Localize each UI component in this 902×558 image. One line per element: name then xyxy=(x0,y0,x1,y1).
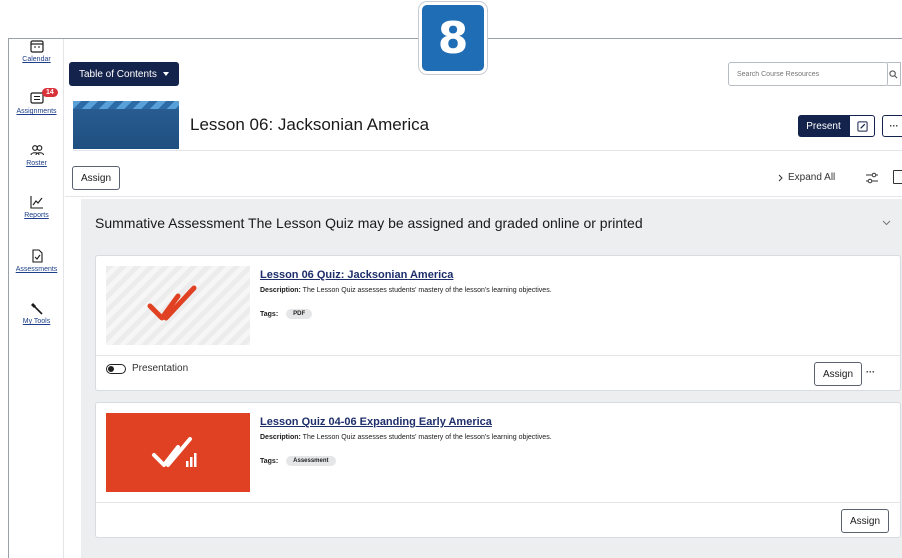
sidebar-item-label: Calendar xyxy=(22,56,51,63)
resource-toolbar: Assign Expand All xyxy=(65,151,902,197)
presentation-toggle[interactable]: Presentation xyxy=(106,363,188,374)
summative-assessment-section: Summative Assessment The Lesson Quiz may… xyxy=(81,199,902,558)
resource-description: Description: The Lesson Quiz assesses st… xyxy=(260,287,552,294)
calendar-icon xyxy=(29,40,44,53)
assignments-count-badge: 14 xyxy=(42,88,58,97)
document-icon[interactable] xyxy=(893,170,902,184)
sidebar-item-assignments[interactable]: 14 Assignments xyxy=(9,88,64,115)
tags-label: Tags: xyxy=(260,310,279,318)
tag-pill: PDF xyxy=(286,309,313,319)
resource-title-link[interactable]: Lesson 06 Quiz: Jacksonian America xyxy=(260,269,453,281)
search-button[interactable] xyxy=(887,62,901,86)
sidebar-item-calendar[interactable]: Calendar xyxy=(9,39,64,63)
search-icon xyxy=(889,69,898,78)
sidebar-item-roster[interactable]: Roster xyxy=(9,143,64,167)
sidebar-item-reports[interactable]: Reports xyxy=(9,195,64,219)
sidebar-item-label: My Tools xyxy=(22,318,51,325)
resource-description: Description: The Lesson Quiz assesses st… xyxy=(260,434,552,441)
expand-all-button[interactable]: Expand All xyxy=(778,172,835,183)
tools-icon xyxy=(30,303,43,315)
reports-icon xyxy=(29,196,43,209)
more-options-button[interactable]: ··· xyxy=(866,367,875,377)
expand-all-label: Expand All xyxy=(788,172,836,183)
assessments-icon xyxy=(31,249,43,263)
assign-button[interactable]: Assign xyxy=(841,509,890,533)
description-text: The Lesson Quiz assesses students' maste… xyxy=(302,287,552,294)
description-text: The Lesson Quiz assesses students' maste… xyxy=(302,434,552,441)
chevron-down-icon[interactable] xyxy=(877,214,895,232)
lesson-thumbnail xyxy=(73,101,179,149)
filter-icon[interactable] xyxy=(865,172,879,184)
sidebar-item-label: Assessments xyxy=(15,266,58,273)
section-title: Summative Assessment The Lesson Quiz may… xyxy=(95,215,643,231)
present-button[interactable]: Present xyxy=(798,115,849,137)
resource-card: Lesson 06 Quiz: Jacksonian America Descr… xyxy=(95,255,901,391)
quiz-thumbnail xyxy=(106,413,250,492)
description-label: Description: xyxy=(260,434,301,441)
lesson-title: Lesson 06: Jacksonian America xyxy=(190,115,430,134)
sidebar-item-my-tools[interactable]: My Tools xyxy=(9,301,64,325)
toc-label: Table of Contents xyxy=(79,68,157,80)
checkmark-icon xyxy=(147,285,197,321)
lesson-header: Lesson 06: Jacksonian America Present ··… xyxy=(73,101,902,151)
sidebar-item-label: Reports xyxy=(24,212,49,219)
search-box xyxy=(728,62,901,86)
sidebar-item-label: Roster xyxy=(26,160,47,167)
tags-label: Tags: xyxy=(260,457,279,465)
resource-card: Lesson Quiz 04-06 Expanding Early Americ… xyxy=(95,402,901,538)
table-of-contents-button[interactable]: Table of Contents xyxy=(69,62,179,86)
main-content: Table of Contents Lesson 06: Jacksonian … xyxy=(65,39,902,558)
search-input[interactable] xyxy=(729,70,879,78)
resource-tags: Tags: PDF xyxy=(260,309,313,319)
edit-icon xyxy=(856,120,868,132)
resource-tags: Tags: Assessment xyxy=(260,456,336,466)
chevron-right-icon xyxy=(778,174,783,181)
sidebar-item-label: Assignments xyxy=(16,108,57,115)
toggle-switch-icon[interactable] xyxy=(106,363,126,374)
tag-pill: Assessment xyxy=(286,456,336,466)
assign-button[interactable]: Assign xyxy=(814,362,863,386)
sidebar: Calendar 14 Assignments Roster Reports A… xyxy=(9,39,64,558)
divider xyxy=(96,355,900,356)
resource-title-link[interactable]: Lesson Quiz 04-06 Expanding Early Americ… xyxy=(260,416,492,428)
assign-button[interactable]: Assign xyxy=(72,166,121,190)
sidebar-item-assessments[interactable]: Assessments xyxy=(9,249,64,273)
divider xyxy=(96,502,900,503)
edit-button[interactable] xyxy=(849,115,875,137)
app-frame: Calendar 14 Assignments Roster Reports A… xyxy=(8,38,902,558)
caret-down-icon xyxy=(162,72,169,76)
step-number-badge: 8 xyxy=(419,2,487,74)
roster-icon xyxy=(29,145,44,156)
description-label: Description: xyxy=(260,287,301,294)
presentation-label: Presentation xyxy=(132,363,189,374)
quiz-thumbnail xyxy=(106,266,250,345)
more-options-button[interactable]: ··· xyxy=(882,115,902,137)
checkmark-chart-icon xyxy=(152,437,197,467)
